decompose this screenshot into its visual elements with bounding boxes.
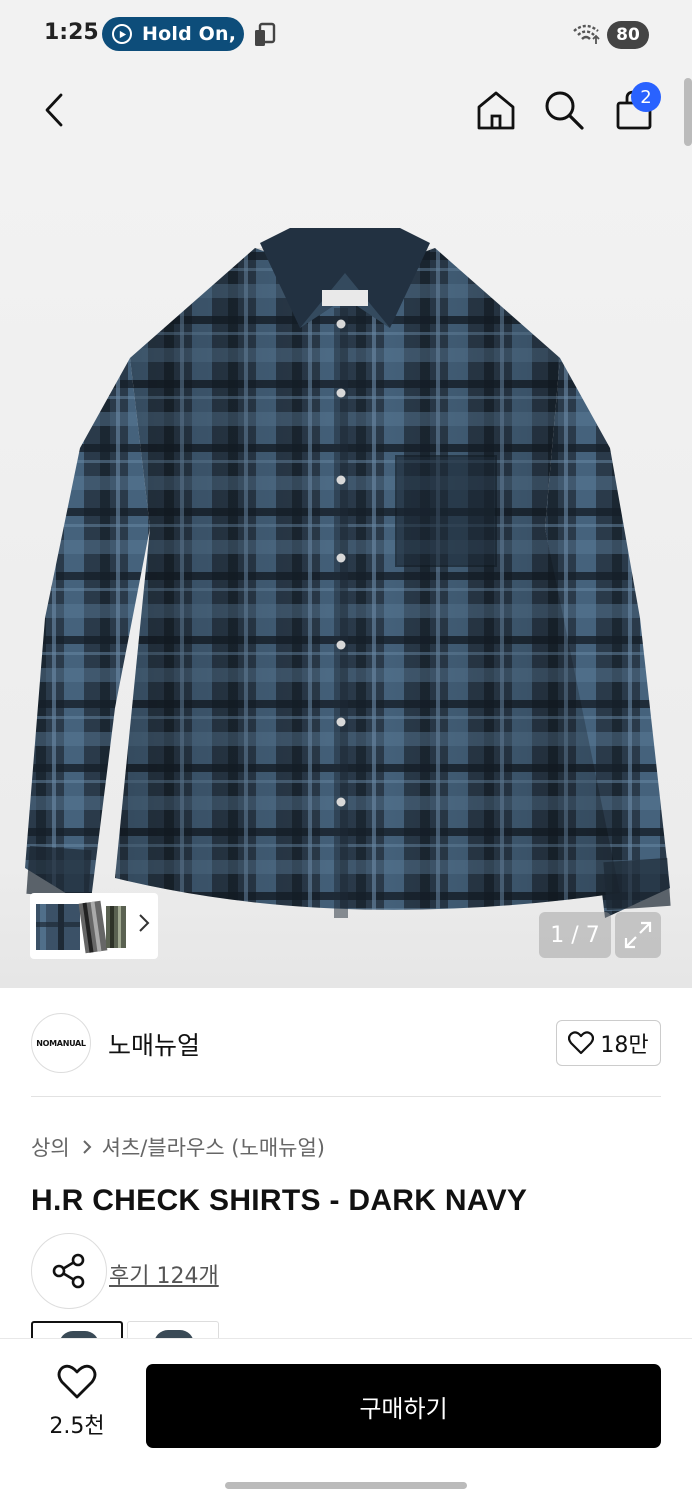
product-image	[25, 228, 671, 918]
search-button[interactable]	[536, 82, 592, 138]
app-header	[0, 72, 692, 148]
chevron-right-icon	[139, 914, 150, 932]
media-label: Hold On,	[142, 23, 237, 45]
search-icon	[545, 91, 584, 130]
battery-indicator: 80	[607, 21, 649, 49]
screen-mirror-icon	[254, 22, 278, 52]
home-icon	[477, 91, 515, 130]
brand-like-button[interactable]: 18만	[556, 1020, 661, 1066]
brand-like-count: 18만	[600, 1033, 649, 1058]
buy-button[interactable]: 구매하기	[146, 1364, 661, 1448]
product-title: H.R CHECK SHIRTS - DARK NAVY	[31, 1184, 528, 1217]
wishlist-button[interactable]: 2.5천	[36, 1364, 118, 1448]
image-page-counter: 1 / 7	[539, 912, 611, 958]
status-time: 1:25	[44, 20, 99, 45]
back-button[interactable]	[26, 82, 82, 138]
cart-count-badge: 2	[631, 82, 661, 112]
wishlist-count: 2.5천	[49, 1414, 105, 1439]
breadcrumb-item[interactable]: 상의	[31, 1132, 70, 1162]
brand-name[interactable]: 노매뉴얼	[108, 1026, 200, 1062]
expand-button[interactable]	[615, 912, 661, 958]
breadcrumb-item[interactable]: 셔츠/블라우스 (노매뉴얼)	[102, 1132, 325, 1162]
heart-icon	[568, 1031, 595, 1055]
breadcrumb: 상의 셔츠/블라우스 (노매뉴얼)	[31, 1132, 325, 1162]
home-button[interactable]	[468, 82, 524, 138]
home-indicator[interactable]	[225, 1482, 467, 1489]
share-button[interactable]	[31, 1233, 107, 1309]
divider	[31, 1096, 661, 1097]
reviews-link[interactable]: 후기 124개	[109, 1258, 219, 1290]
heart-icon	[57, 1364, 97, 1399]
back-icon	[45, 93, 63, 127]
expand-icon	[624, 921, 652, 949]
brand-logo[interactable]: NOMANUAL	[31, 1013, 91, 1073]
thumbnail-images	[36, 900, 126, 954]
media-pill[interactable]: Hold On,	[102, 17, 244, 51]
thumbnail-strip[interactable]	[30, 893, 158, 959]
scroll-indicator	[684, 78, 692, 146]
play-icon	[112, 24, 132, 44]
status-bar: 1:25 Hold On, 80	[0, 0, 692, 72]
chevron-right-icon	[82, 1140, 92, 1154]
product-image-gallery[interactable]: 1 / 7	[0, 148, 692, 988]
share-icon	[52, 1253, 85, 1289]
wifi-icon	[572, 22, 602, 50]
